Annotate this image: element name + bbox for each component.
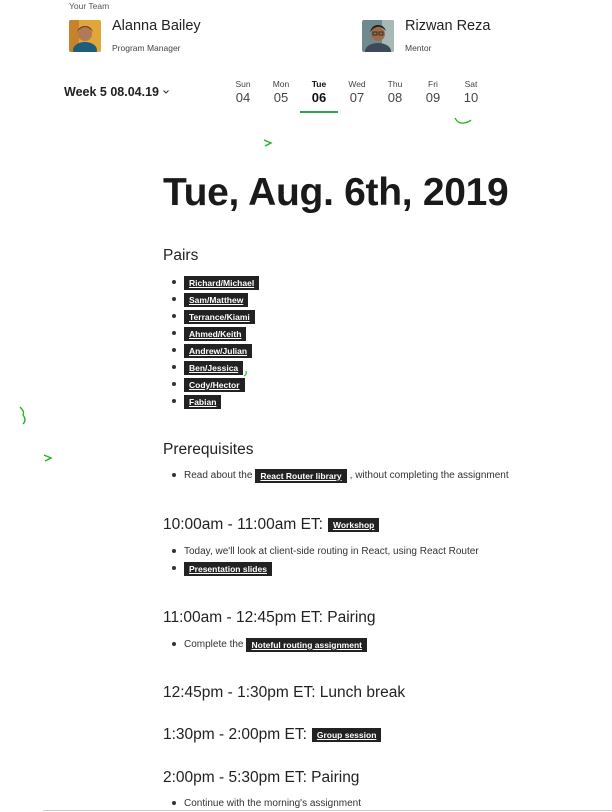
list-item: Terrance/Kiami <box>171 308 259 325</box>
workshop-link[interactable]: Workshop <box>327 518 380 532</box>
react-router-link[interactable]: React Router library <box>255 468 347 483</box>
day-tab-sat[interactable]: Sat 10 <box>452 79 490 113</box>
prereq-heading: Prerequisites <box>163 441 253 459</box>
day-date: 07 <box>349 90 365 105</box>
prereq-heading-text: Prerequisites <box>163 441 254 458</box>
team-member-rizwan[interactable]: Rizwan Reza Mentor <box>362 18 491 53</box>
member-role: Program Manager <box>112 43 181 53</box>
day-name: Fri <box>428 79 438 89</box>
pairing1-list: Complete the Noteful routing assignment <box>172 636 370 653</box>
team-member-alanna[interactable]: Alanna Bailey Program Manager <box>69 18 201 53</box>
pairing2-description: Continue with the morning's assignment <box>184 798 362 809</box>
day-date: 04 <box>235 90 251 105</box>
pair-link[interactable]: Andrew/Julian <box>184 343 253 358</box>
member-name: Rizwan Reza <box>405 18 491 34</box>
day-date: 09 <box>425 90 441 105</box>
member-role: Mentor <box>405 43 432 53</box>
group-time: 1:30pm - 2:00pm ET: <box>163 726 307 743</box>
pair-link[interactable]: Cody/Hector <box>184 377 245 392</box>
pair-link[interactable]: Ahmed/Keith <box>184 326 247 341</box>
day-tab-sun[interactable]: Sun 04 <box>224 79 262 113</box>
chevron-down-icon <box>163 90 169 94</box>
week-label: Week 5 08.04.19 <box>64 85 159 99</box>
lunch-heading-text: 12:45pm - 1:30pm ET: Lunch break <box>163 684 406 701</box>
list-item: Ahmed/Keith <box>171 325 259 342</box>
day-tab-tue[interactable]: Tue 06 <box>300 79 338 113</box>
avatar <box>69 20 101 52</box>
lunch-heading: 12:45pm - 1:30pm ET: Lunch break <box>163 684 405 702</box>
group-heading: 1:30pm - 2:00pm ET: Group session <box>163 726 382 744</box>
list-item: Complete the Noteful routing assignment <box>172 636 370 653</box>
week-selector[interactable]: Week 5 08.04.19 <box>64 85 170 99</box>
page-title: Tue, Aug. 6th, 2019 <box>163 171 509 214</box>
day-date: 05 <box>273 90 289 105</box>
workshop-list: Today, we'll look at client-side routing… <box>172 543 479 577</box>
day-tab-fri[interactable]: Fri 09 <box>414 79 452 113</box>
pairing2-heading: 2:00pm - 5:30pm ET: Pairing <box>163 769 359 787</box>
prereq-text-pre: Read about the <box>184 470 253 481</box>
pairs-list: Richard/Michael Sam/Matthew Terrance/Kia… <box>171 274 260 410</box>
workshop-heading: 10:00am - 11:00am ET: Workshop <box>163 516 380 534</box>
day-name: Thu <box>387 79 403 89</box>
member-name: Alanna Bailey <box>112 18 201 34</box>
day-date: 08 <box>387 90 403 105</box>
day-name: Sat <box>464 79 478 89</box>
pairs-heading-text: Pairs <box>163 247 199 264</box>
list-item: Ben/Jessica <box>171 359 259 376</box>
day-name: Tue <box>311 79 327 89</box>
pair-link[interactable]: Terrance/Kiami <box>184 309 255 324</box>
day-name: Wed <box>348 79 366 89</box>
pairing1-text-pre: Complete the <box>184 639 244 650</box>
prereq-text-post: , without completing the assignment <box>349 470 509 481</box>
annotation-mark <box>43 454 53 462</box>
pairing1-heading: 11:00am - 12:45pm ET: Pairing <box>163 609 376 627</box>
pairing2-heading-text: 2:00pm - 5:30pm ET: Pairing <box>163 769 360 786</box>
day-tab-wed[interactable]: Wed 07 <box>338 79 376 113</box>
annotation-mark <box>19 406 26 425</box>
pair-link[interactable]: Fabian <box>184 394 222 409</box>
group-session-link[interactable]: Group session <box>311 728 382 742</box>
list-item: Read about the React Router library , wi… <box>172 467 509 484</box>
pairs-heading: Pairs <box>163 247 198 265</box>
list-item: Fabian <box>171 393 259 410</box>
workshop-description: Today, we'll look at client-side routing… <box>184 546 479 557</box>
list-item: Presentation slides <box>172 560 479 577</box>
workshop-time: 10:00am - 11:00am ET: <box>163 516 323 533</box>
annotation-mark <box>454 117 472 124</box>
day-tabs: Sun 04 Mon 05 Tue 06 Wed 07 Thu 08 Fri 09 Sat 1… <box>224 79 490 113</box>
day-name: Mon <box>272 79 290 89</box>
list-item: Cody/Hector <box>171 376 259 393</box>
list-item: Andrew/Julian <box>171 342 259 359</box>
presentation-slides-link[interactable]: Presentation slides <box>184 561 272 576</box>
list-item: Sam/Matthew <box>171 291 259 308</box>
prereq-list: Read about the React Router library , wi… <box>172 467 509 484</box>
day-date: 06 <box>311 90 327 105</box>
pair-link[interactable]: Ben/Jessica <box>184 360 244 375</box>
pair-link[interactable]: Sam/Matthew <box>184 292 249 307</box>
team-label: Your Team <box>69 1 110 11</box>
annotation-mark <box>263 139 273 147</box>
list-item: Richard/Michael <box>171 274 260 291</box>
day-name: Sun <box>235 79 251 89</box>
day-tab-thu[interactable]: Thu 08 <box>376 79 414 113</box>
noteful-assignment-link[interactable]: Noteful routing assignment <box>246 637 367 652</box>
bottom-divider <box>43 810 612 811</box>
list-item: Today, we'll look at client-side routing… <box>172 543 479 560</box>
pair-link[interactable]: Richard/Michael <box>184 275 260 290</box>
day-date: 10 <box>463 90 479 105</box>
avatar <box>362 20 394 52</box>
day-tab-mon[interactable]: Mon 05 <box>262 79 300 113</box>
pairing1-heading-text: 11:00am - 12:45pm ET: Pairing <box>163 609 376 626</box>
